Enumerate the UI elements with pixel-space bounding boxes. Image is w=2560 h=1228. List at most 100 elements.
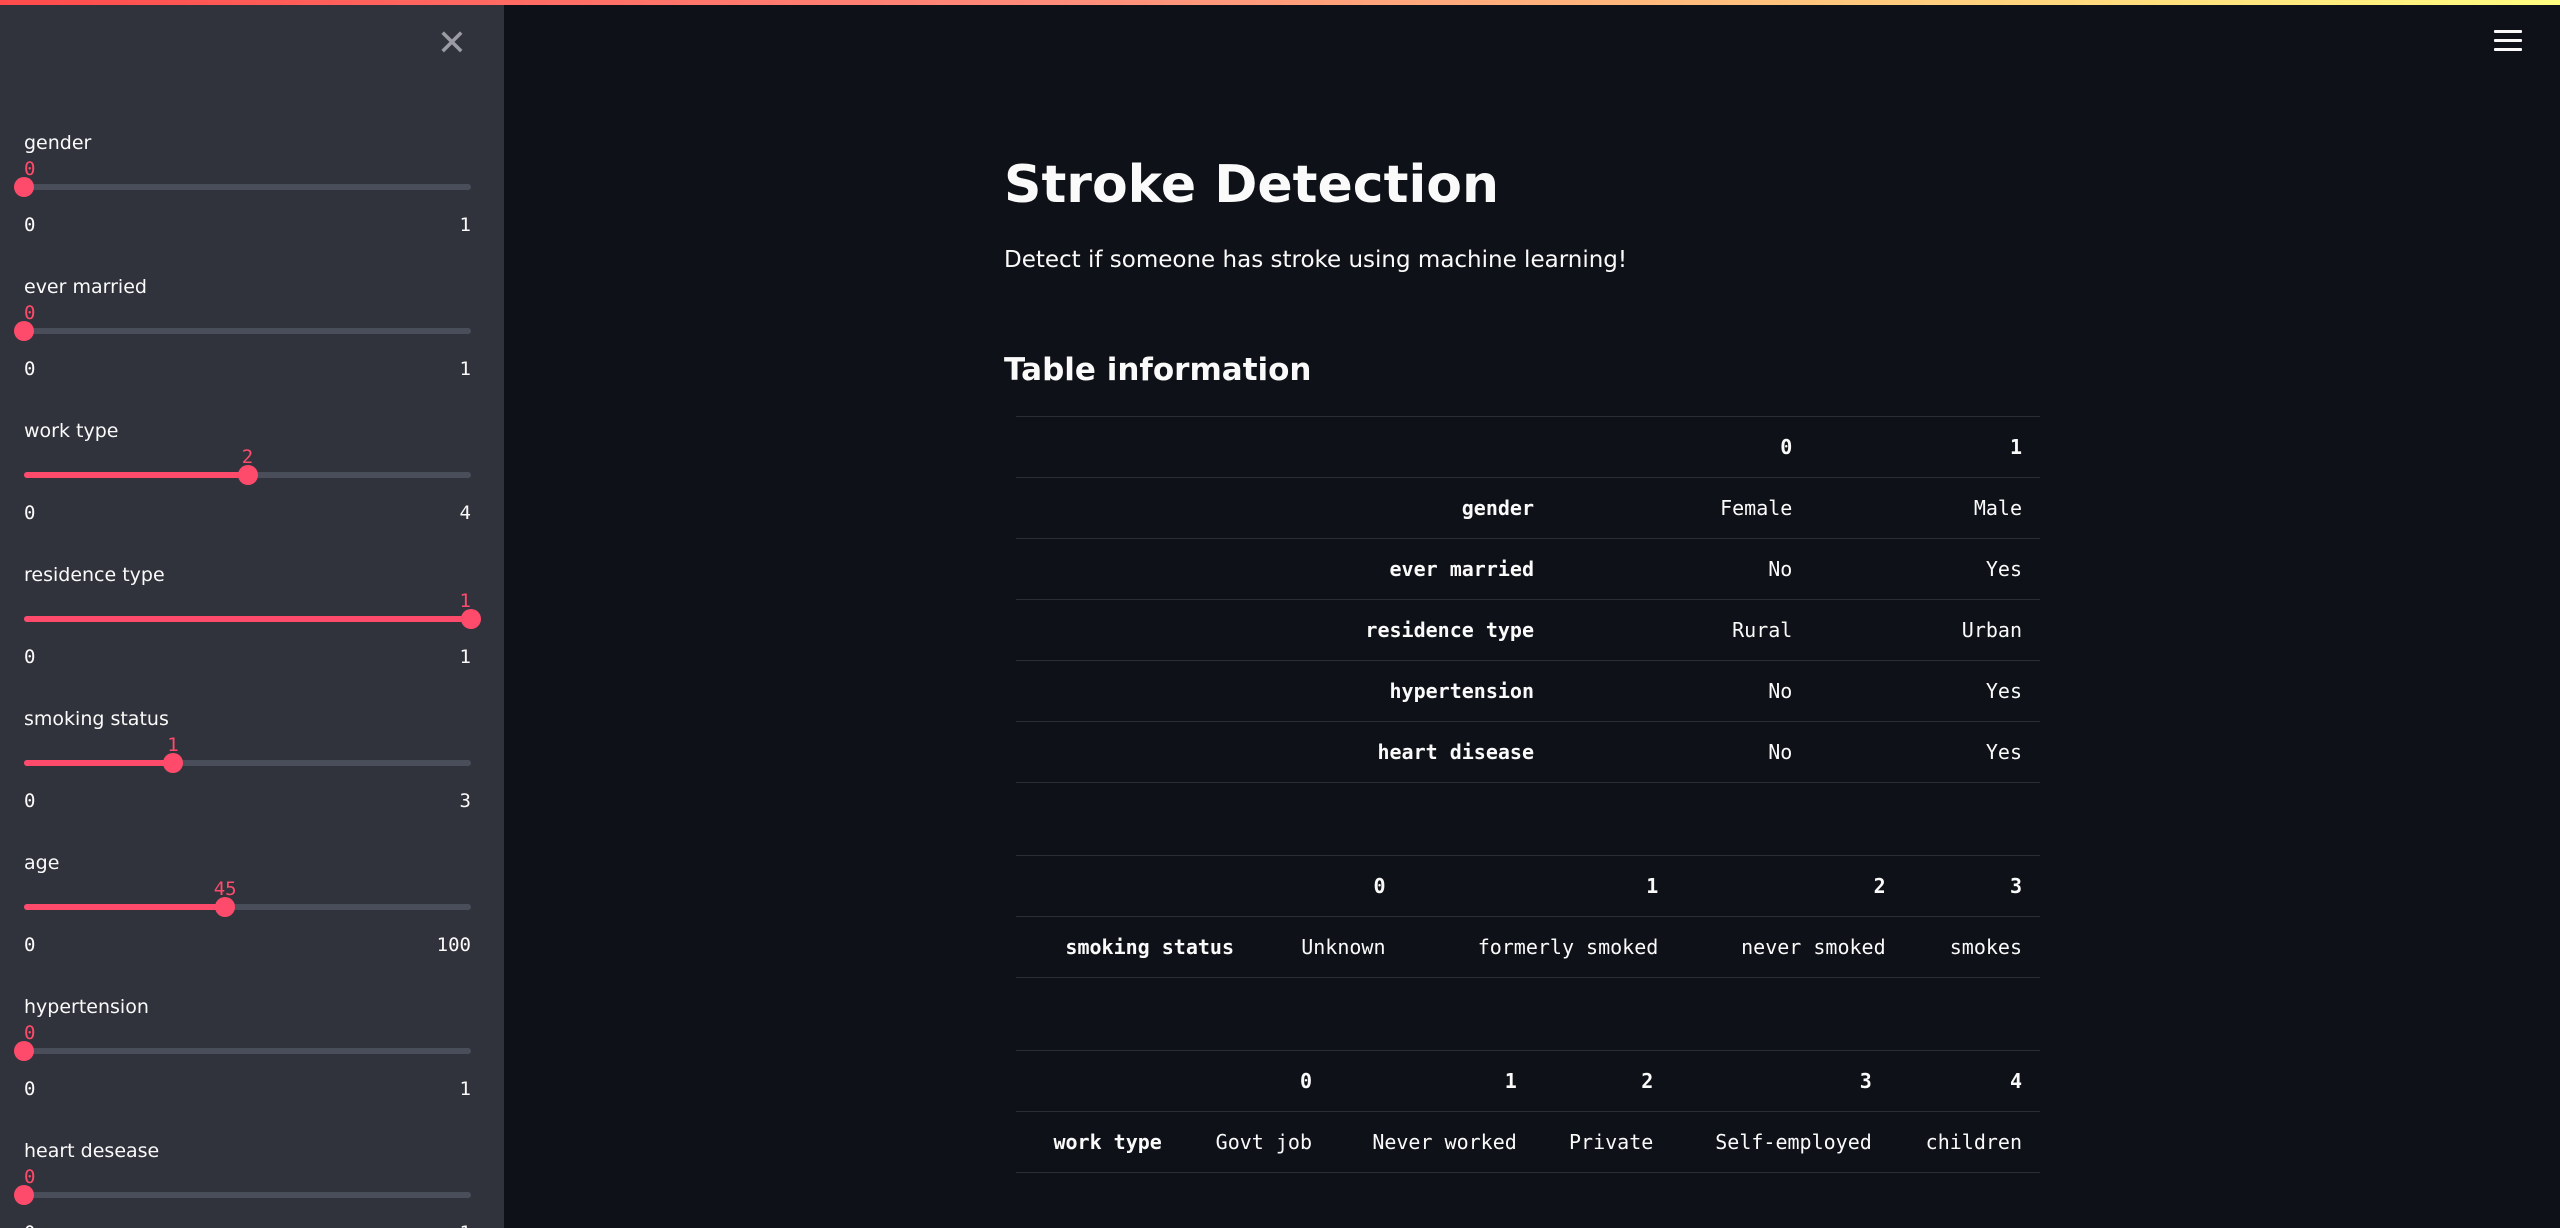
row-label: ever married <box>1016 538 1552 600</box>
slider-min: 0 <box>24 1222 35 1228</box>
slider-label: age <box>24 852 60 874</box>
slider-thumb[interactable] <box>14 321 34 341</box>
table-cell: Yes <box>1810 538 2040 600</box>
slider-thumb[interactable] <box>237 465 258 485</box>
row-label: heart disease <box>1016 721 1552 783</box>
slider-fill <box>24 904 226 910</box>
slider-track[interactable] <box>14 177 471 197</box>
table-cell: children <box>1889 1111 2040 1173</box>
slider-gender: gender 0 0 1 <box>14 132 471 262</box>
table-header-row: 0 1 2 3 4 <box>1016 1050 2040 1112</box>
table-cell: never smoked <box>1676 916 1904 978</box>
table-cell: smokes <box>1903 916 2040 978</box>
slider-heart-desease: heart desease 0 0 1 <box>14 1140 471 1228</box>
table-row: residence type Rural Urban <box>1016 599 2040 661</box>
slider-max: 1 <box>459 214 471 236</box>
table-cell: No <box>1552 538 1811 600</box>
hamburger-menu-icon[interactable] <box>2494 30 2522 54</box>
table-header-row: 0 1 2 3 <box>1016 855 2040 917</box>
slider-max: 4 <box>459 502 471 524</box>
slider-label: ever married <box>24 276 147 298</box>
close-icon[interactable]: ✕ <box>434 26 470 62</box>
table-cell: No <box>1552 721 1811 783</box>
row-label: gender <box>1016 477 1552 539</box>
table-header-cell: 0 <box>1552 416 1811 478</box>
slider-min: 0 <box>24 1078 36 1100</box>
slider-thumb[interactable] <box>461 609 481 629</box>
table-cell: Urban <box>1810 599 2040 661</box>
table-header-cell: 3 <box>1903 855 2040 917</box>
table-cell: Yes <box>1810 660 2040 722</box>
row-label: hypertension <box>1016 660 1552 722</box>
slider-max: 100 <box>436 934 471 956</box>
table-header-cell: 2 <box>1534 1050 1672 1112</box>
slider-thumb[interactable] <box>215 897 236 917</box>
row-label: work type <box>1016 1111 1180 1173</box>
table-row: heart disease No Yes <box>1016 721 2040 783</box>
table-header-row: 0 1 <box>1016 416 2040 478</box>
table-cell: Self-employed <box>1671 1111 1890 1173</box>
table-cell: formerly smoked <box>1403 916 1677 978</box>
table-header-cell <box>1016 416 1552 478</box>
table-cell: Govt job <box>1179 1111 1330 1173</box>
slider-track[interactable] <box>14 1185 471 1205</box>
smoking-status-table: 0 1 2 3 smoking status Unknown formerly … <box>1016 855 2040 978</box>
slider-label: work type <box>24 420 119 442</box>
slider-thumb[interactable] <box>162 753 183 773</box>
table-cell: Male <box>1810 477 2040 539</box>
slider-label: heart desease <box>24 1140 160 1162</box>
table-cell: No <box>1552 660 1811 722</box>
table-header-cell <box>1016 1050 1180 1112</box>
table-header-cell: 0 <box>1252 855 1404 917</box>
top-decoration-bar <box>0 0 2560 5</box>
slider-min: 0 <box>24 790 36 812</box>
table-cell: Private <box>1534 1111 1672 1173</box>
table-row: hypertension No Yes <box>1016 660 2040 722</box>
table-header-cell: 0 <box>1179 1050 1330 1112</box>
slider-residence-type: residence type 1 0 1 <box>24 564 481 694</box>
slider-label: hypertension <box>24 996 149 1018</box>
table-header-cell: 1 <box>1403 855 1677 917</box>
table-cell: Yes <box>1810 721 2040 783</box>
slider-track[interactable] <box>24 465 471 485</box>
binary-features-table: 0 1 gender Female Male ever married No Y… <box>1016 416 2040 783</box>
slider-track[interactable] <box>24 897 471 917</box>
row-label: smoking status <box>1016 916 1252 978</box>
slider-min: 0 <box>24 502 36 524</box>
slider-track[interactable] <box>24 609 481 629</box>
slider-label: gender <box>24 132 92 154</box>
slider-max: 1 <box>459 358 471 380</box>
slider-smoking-status: smoking status 1 0 3 <box>24 708 471 838</box>
slider-max: 1 <box>459 646 471 668</box>
row-label: residence type <box>1016 599 1552 661</box>
table-header-cell: 4 <box>1889 1050 2040 1112</box>
table-row: smoking status Unknown formerly smoked n… <box>1016 916 2040 978</box>
section-title: Table information <box>1004 352 1312 388</box>
page-title: Stroke Detection <box>1004 155 1500 215</box>
table-row: gender Female Male <box>1016 477 2040 539</box>
slider-max: 3 <box>459 790 471 812</box>
slider-track[interactable] <box>14 321 471 341</box>
slider-label: smoking status <box>24 708 169 730</box>
table-header-cell: 2 <box>1676 855 1904 917</box>
table-cell: Unknown <box>1252 916 1404 978</box>
slider-ever-married: ever married 0 0 1 <box>14 276 471 406</box>
table-header-cell: 1 <box>1329 1050 1535 1112</box>
slider-max: 1 <box>459 1078 471 1100</box>
slider-max: 1 <box>460 1222 471 1228</box>
table-cell: Female <box>1552 477 1811 539</box>
slider-thumb[interactable] <box>14 177 34 197</box>
table-header-cell <box>1016 855 1252 917</box>
slider-thumb[interactable] <box>14 1185 34 1205</box>
slider-min: 0 <box>24 214 36 236</box>
slider-track[interactable] <box>14 1041 471 1061</box>
slider-min: 0 <box>24 358 36 380</box>
slider-fill <box>24 616 471 622</box>
sidebar: ✕ gender 0 0 1 ever married 0 0 1 work t… <box>0 0 504 1228</box>
slider-track[interactable] <box>24 753 471 773</box>
table-row: work type Govt job Never worked Private … <box>1016 1111 2040 1173</box>
slider-min: 0 <box>24 934 36 956</box>
slider-age: age 45 0 100 <box>24 852 471 982</box>
slider-fill <box>24 760 173 766</box>
slider-thumb[interactable] <box>14 1041 34 1061</box>
